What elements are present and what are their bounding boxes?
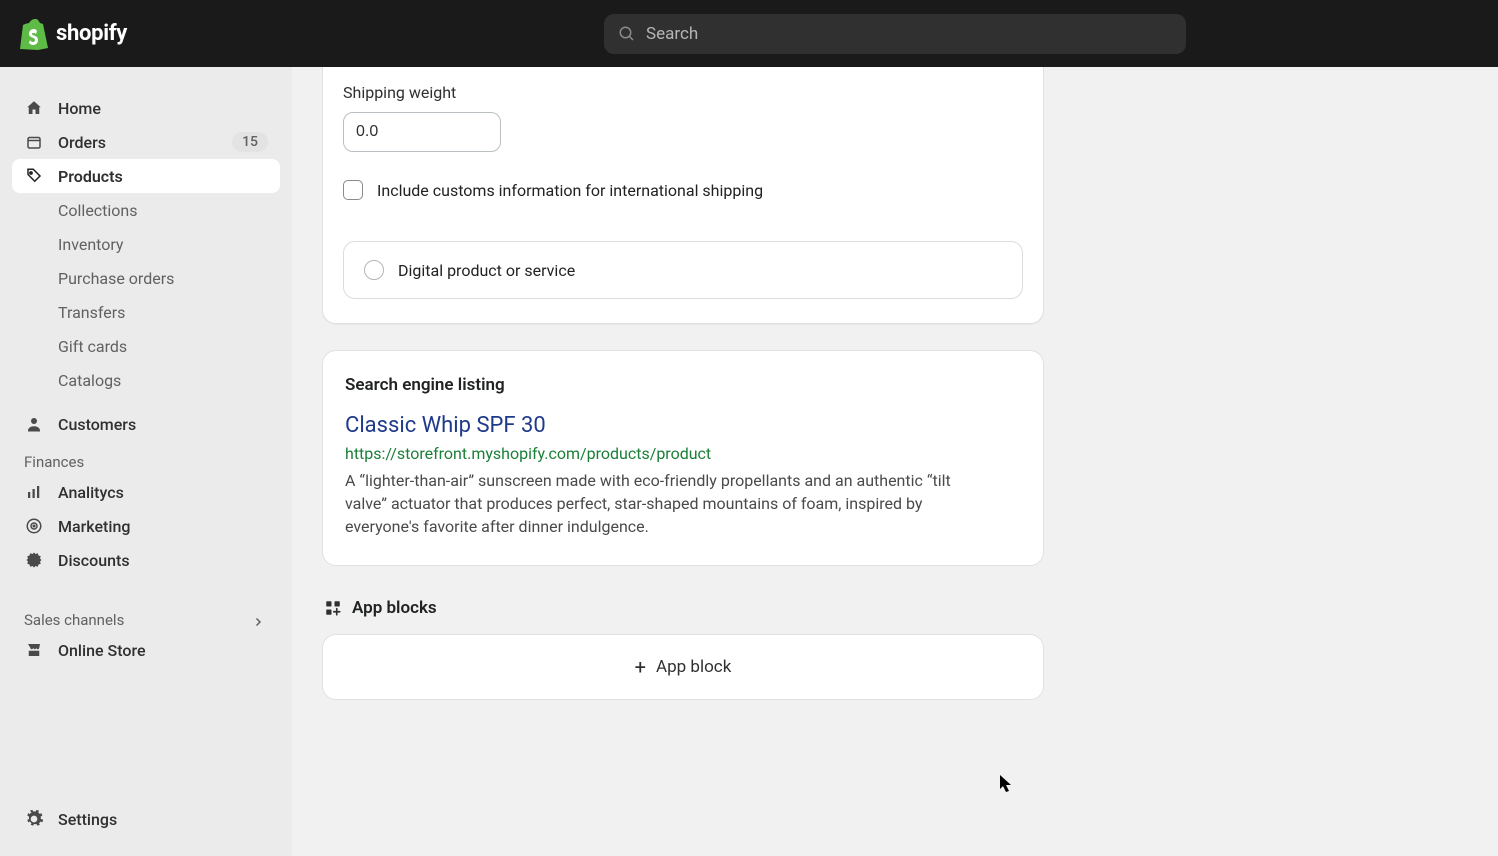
app-blocks-heading: App blocks (324, 598, 1044, 618)
sidebar-label: Online Store (58, 641, 146, 660)
customs-checkbox-label: Include customs information for internat… (377, 181, 763, 200)
digital-product-card: Digital product or service (343, 241, 1023, 299)
chevron-right-icon (252, 614, 264, 626)
brand-logo[interactable]: shopify (0, 18, 292, 50)
add-app-block-button[interactable]: + App block (322, 634, 1044, 700)
plus-icon: + (635, 657, 646, 677)
sidebar-item-home[interactable]: Home (12, 91, 280, 125)
seo-description: A “lighter-than-air” sunscreen made with… (345, 469, 985, 539)
sidebar-item-discounts[interactable]: Discounts (12, 543, 280, 577)
search-icon (618, 25, 636, 43)
shipping-card: Shipping weight Include customs informat… (322, 67, 1044, 324)
app-blocks-heading-text: App blocks (352, 598, 437, 618)
main-content: Shipping weight Include customs informat… (292, 67, 1498, 856)
seo-card: Search engine listing Classic Whip SPF 3… (322, 350, 1044, 566)
marketing-icon (24, 516, 44, 536)
sidebar-item-settings[interactable]: Settings (12, 802, 280, 836)
sidebar-item-products[interactable]: Products (12, 159, 280, 193)
customs-checkbox[interactable] (343, 180, 363, 200)
digital-product-radio-row[interactable]: Digital product or service (364, 260, 1002, 280)
discounts-icon (24, 550, 44, 570)
sidebar-subitem-transfers[interactable]: Transfers (12, 295, 280, 329)
sidebar-subitem-gift-cards[interactable]: Gift cards (12, 329, 280, 363)
sidebar-label: Customers (58, 415, 136, 434)
sidebar-label: Discounts (58, 551, 130, 570)
app-blocks-icon (324, 599, 342, 617)
sidebar-subitem-purchase-orders[interactable]: Purchase orders (12, 261, 280, 295)
sidebar-section-sales-channels[interactable]: Sales channels (12, 599, 280, 633)
sidebar-item-analytics[interactable]: Analitycs (12, 475, 280, 509)
orders-icon (24, 132, 44, 152)
search-container: Search (292, 14, 1498, 54)
shipping-weight-input[interactable] (343, 112, 501, 152)
gear-icon (24, 809, 44, 829)
mouse-cursor-icon (1000, 775, 1014, 793)
sidebar-subitem-inventory[interactable]: Inventory (12, 227, 280, 261)
sidebar-label: Home (58, 99, 101, 118)
brand-text: shopify (56, 21, 127, 46)
sidebar-item-customers[interactable]: Customers (12, 407, 280, 441)
topbar: shopify Search (0, 0, 1498, 67)
search-placeholder: Search (646, 24, 698, 44)
customers-icon (24, 414, 44, 434)
shopify-bag-icon (20, 18, 48, 50)
seo-title: Classic Whip SPF 30 (345, 413, 1021, 438)
sidebar-item-marketing[interactable]: Marketing (12, 509, 280, 543)
shipping-weight-label: Shipping weight (343, 83, 1023, 102)
online-store-icon (24, 640, 44, 660)
seo-heading: Search engine listing (345, 375, 1021, 395)
products-icon (24, 166, 44, 186)
sidebar-subitem-catalogs[interactable]: Catalogs (12, 363, 280, 397)
sidebar-label: Products (58, 167, 123, 186)
home-icon (24, 98, 44, 118)
customs-checkbox-row[interactable]: Include customs information for internat… (343, 180, 1023, 200)
sidebar-section-finances: Finances (12, 441, 280, 475)
analytics-icon (24, 482, 44, 502)
sidebar-label: Analitycs (58, 483, 124, 502)
digital-product-label: Digital product or service (398, 261, 575, 280)
add-app-block-label: App block (656, 657, 731, 677)
orders-count-badge: 15 (232, 132, 268, 152)
sidebar: Home Orders 15 Products Collections Inve… (0, 67, 292, 856)
sidebar-item-online-store[interactable]: Online Store (12, 633, 280, 667)
search-input[interactable]: Search (604, 14, 1186, 54)
digital-product-radio[interactable] (364, 260, 384, 280)
sidebar-label: Marketing (58, 517, 130, 536)
sidebar-label: Orders (58, 133, 106, 152)
sidebar-item-orders[interactable]: Orders 15 (12, 125, 280, 159)
settings-label: Settings (58, 810, 117, 829)
sidebar-subitem-collections[interactable]: Collections (12, 193, 280, 227)
seo-url: https://storefront.myshopify.com/product… (345, 444, 1021, 463)
